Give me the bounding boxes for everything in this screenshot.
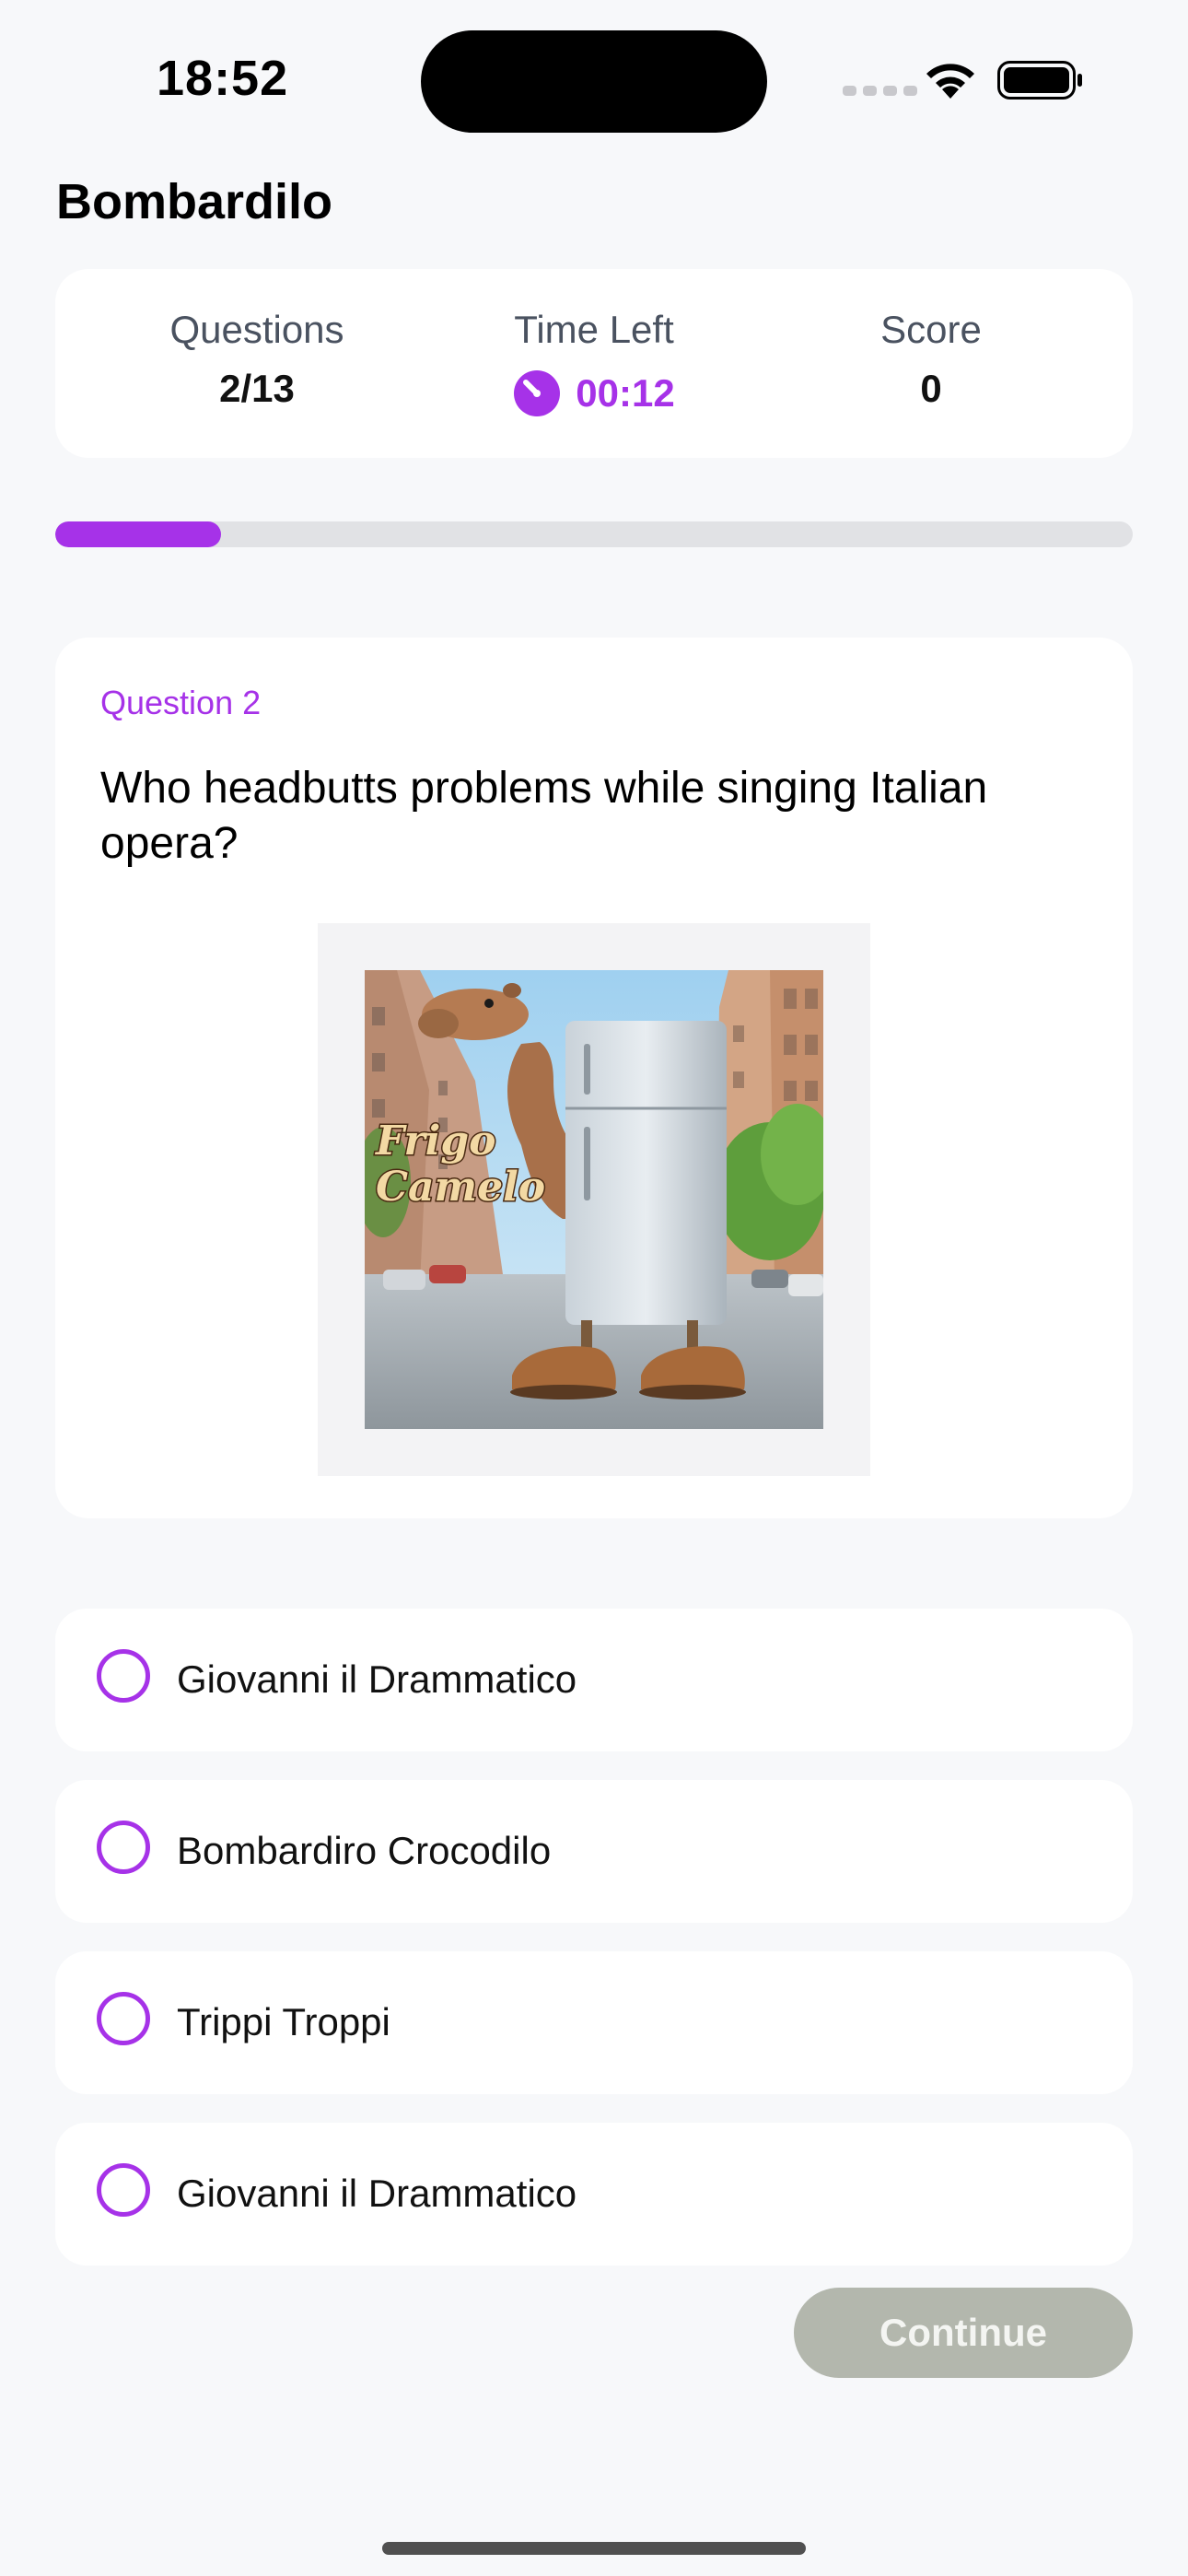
question-text: Who headbutts problems while singing Ita… [100,764,988,868]
time-left-value: 00:12 [576,371,675,415]
home-indicator[interactable] [382,2542,806,2555]
battery-icon [997,61,1082,100]
radio-button[interactable] [97,1821,150,1874]
wifi-icon [926,64,974,99]
answer-label: Giovanni il Drammatico [177,2172,577,2215]
page-title: Bombardilo [56,174,333,229]
image-caption: Frigo [374,1118,495,1165]
stats-card: Questions 2/13 Time Left 00:12 Score 0 [55,269,1133,458]
continue-button[interactable]: Continue [794,2288,1133,2378]
status-time: 18:52 [157,51,289,106]
answer-option-4[interactable]: Giovanni il Drammatico [55,2123,1133,2266]
questions-stat: Questions 2/13 [91,310,423,408]
image-caption-2: Camelo [376,1164,545,1211]
question-number: Question 2 [100,684,262,721]
answer-option-1[interactable]: Giovanni il Drammatico [55,1609,1133,1751]
answer-label: Bombardiro Crocodilo [177,1829,552,1872]
score-stat: Score 0 [765,310,1097,408]
time-left-stat: Time Left 00:12 [428,310,760,417]
dynamic-island [421,30,767,133]
questions-count: 2/13 [219,367,295,410]
question-card: Question 2 Who headbutts problems while … [55,638,1133,1518]
answer-option-2[interactable]: Bombardiro Crocodilo [55,1780,1133,1923]
quiz-progress-bar [55,521,1133,547]
answer-label: Giovanni il Drammatico [177,1657,577,1701]
timer-icon [514,370,561,416]
status-bar: 18:52 [0,0,1188,157]
score-label: Score [880,308,982,351]
question-image: Frigo Camelo [365,970,823,1429]
radio-button[interactable] [97,1992,150,2045]
answer-option-3[interactable]: Trippi Troppi [55,1951,1133,2094]
score-value: 0 [920,367,942,410]
questions-label: Questions [169,308,344,351]
answer-label: Trippi Troppi [177,2000,390,2043]
time-left-label: Time Left [514,308,674,351]
question-image-frame: Frigo Camelo [318,923,870,1476]
cellular-signal-icon [843,86,917,96]
radio-button[interactable] [97,1649,150,1703]
quiz-progress-fill [55,521,221,547]
radio-button[interactable] [97,2163,150,2217]
